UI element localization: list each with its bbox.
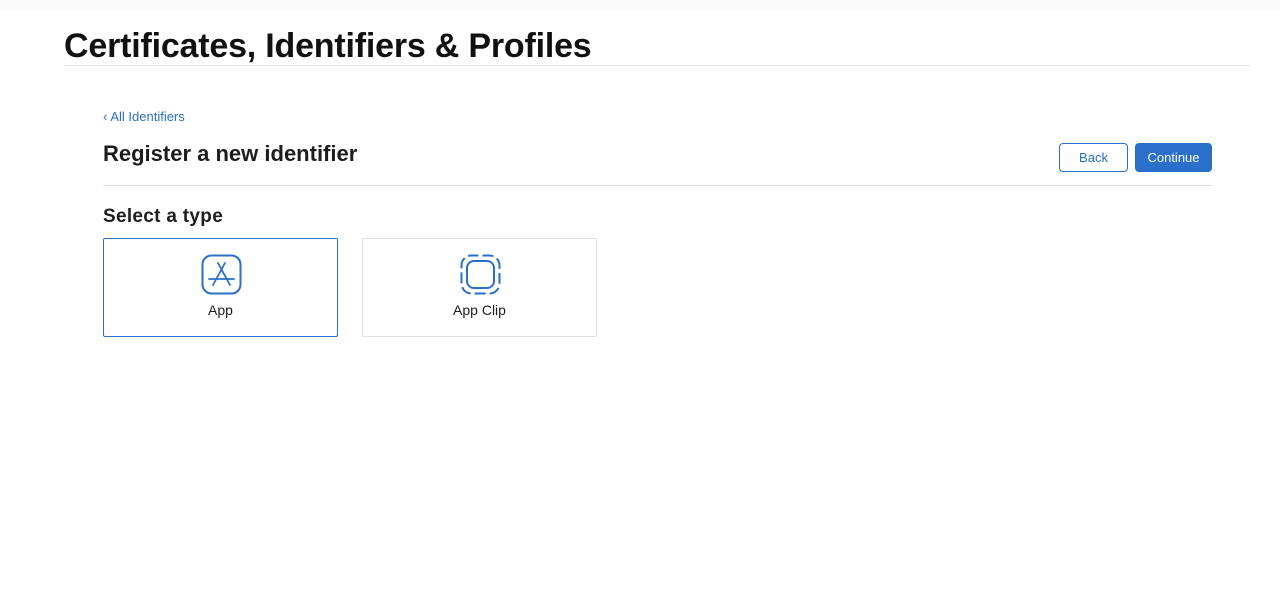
- title-divider: [64, 65, 1251, 66]
- breadcrumb-all-identifiers[interactable]: ‹ All Identifiers: [103, 108, 185, 126]
- select-type-heading: Select a type: [103, 206, 224, 227]
- type-label-app: App: [208, 302, 233, 318]
- back-button[interactable]: Back: [1059, 143, 1128, 172]
- type-card-app[interactable]: App: [103, 238, 338, 337]
- page-title: Certificates, Identifiers & Profiles: [64, 27, 592, 65]
- type-card-app-clip[interactable]: App Clip: [362, 238, 597, 337]
- register-heading: Register a new identifier: [103, 141, 358, 166]
- app-clip-icon: [460, 254, 501, 295]
- top-strip: [0, 0, 1280, 10]
- chevron-left-icon: ‹: [103, 109, 108, 124]
- app-store-icon: [201, 254, 242, 295]
- breadcrumb-label: All Identifiers: [110, 109, 185, 124]
- continue-button[interactable]: Continue: [1135, 143, 1212, 172]
- section-divider: [103, 185, 1212, 186]
- type-label-app-clip: App Clip: [453, 302, 506, 318]
